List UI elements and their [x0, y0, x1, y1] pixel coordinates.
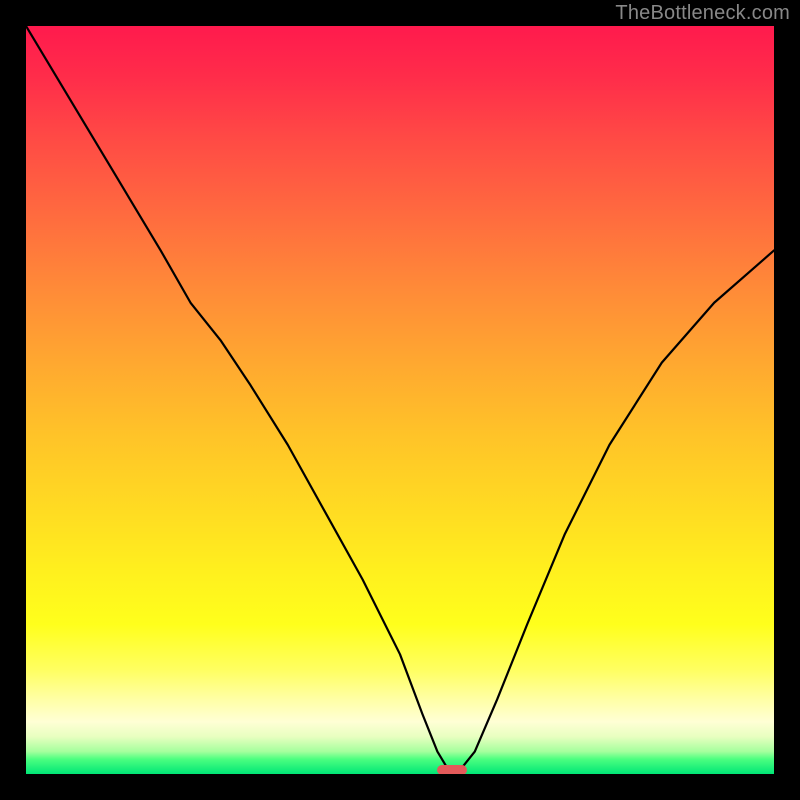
minimum-marker [437, 765, 467, 774]
watermark-text: TheBottleneck.com [615, 2, 790, 25]
chart-frame: TheBottleneck.com [0, 0, 800, 800]
bottleneck-curve [26, 26, 774, 774]
plot-area [26, 26, 774, 774]
